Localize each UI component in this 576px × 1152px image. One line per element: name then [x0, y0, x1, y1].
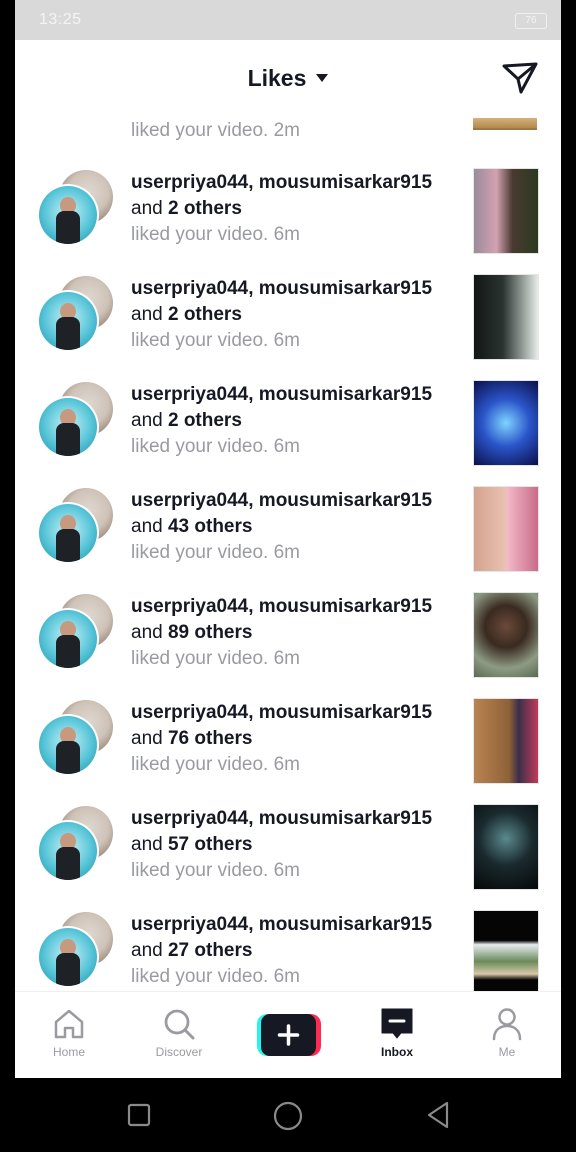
and-text: and: [131, 834, 163, 855]
caret-down-icon: [316, 73, 329, 82]
nav-discover[interactable]: Discover: [139, 1006, 219, 1059]
back-icon[interactable]: [424, 1100, 452, 1130]
and-text: and: [131, 940, 163, 961]
others-count[interactable]: 89 others: [168, 622, 252, 643]
and-text: and: [131, 410, 163, 431]
user-names[interactable]: userpriya044, mousumisarkar915: [131, 700, 461, 726]
list-item-action: liked your video. 6m: [131, 966, 300, 987]
list-item-action: liked your video. 6m: [131, 224, 300, 245]
inbox-icon: [381, 1008, 413, 1039]
user-names[interactable]: userpriya044, mousumisarkar915: [131, 806, 461, 832]
avatar[interactable]: [37, 396, 99, 458]
nav-home[interactable]: Home: [29, 1006, 109, 1059]
list-item[interactable]: userpriya044, mousumisarkar915 and 2 oth…: [15, 270, 561, 376]
list-item-action: liked your video. 6m: [131, 860, 300, 881]
and-text: and: [131, 516, 163, 537]
others-count[interactable]: 76 others: [168, 728, 252, 749]
page-title: Likes: [247, 65, 307, 91]
list-item[interactable]: userpriya044, mousumisarkar915 and 43 ot…: [15, 482, 561, 588]
video-thumbnail[interactable]: [473, 592, 539, 678]
nav-inbox[interactable]: Inbox: [357, 1006, 437, 1059]
others-count[interactable]: 43 others: [168, 516, 252, 537]
list-item[interactable]: userpriya044, mousumisarkar915 and 2 oth…: [15, 164, 561, 270]
others-count[interactable]: 2 others: [168, 410, 242, 431]
video-thumbnail[interactable]: [473, 380, 539, 466]
avatar[interactable]: [37, 502, 99, 564]
likes-filter-dropdown[interactable]: Likes: [15, 65, 561, 92]
search-icon: [164, 1009, 195, 1040]
avatar[interactable]: [37, 608, 99, 670]
user-names[interactable]: userpriya044, mousumisarkar915: [131, 912, 461, 938]
home-circle-icon[interactable]: [272, 1100, 304, 1132]
video-thumbnail[interactable]: [473, 910, 539, 991]
profile-icon: [492, 1008, 522, 1041]
nav-label: Me: [498, 1045, 516, 1059]
avatar[interactable]: [37, 820, 99, 882]
video-thumbnail[interactable]: [473, 804, 539, 890]
and-text: and: [131, 728, 163, 749]
system-nav-bar: [0, 1078, 576, 1152]
user-names[interactable]: userpriya044, mousumisarkar915: [131, 382, 461, 408]
and-text: and: [131, 198, 163, 219]
video-thumbnail[interactable]: [473, 168, 539, 254]
list-item[interactable]: userpriya044, mousumisarkar915 and 76 ot…: [15, 694, 561, 800]
user-names[interactable]: userpriya044, mousumisarkar915: [131, 170, 461, 196]
others-count[interactable]: 27 others: [168, 940, 252, 961]
list-item-action: liked your video. 6m: [131, 542, 300, 563]
activity-list[interactable]: liked your video. 2m userpriya044, mousu…: [15, 116, 561, 991]
user-names[interactable]: userpriya044, mousumisarkar915: [131, 594, 461, 620]
home-icon: [54, 1009, 84, 1039]
list-item-action: liked your video. 2m: [131, 120, 300, 141]
user-names[interactable]: userpriya044, mousumisarkar915: [131, 276, 461, 302]
list-item[interactable]: userpriya044, mousumisarkar915 and 89 ot…: [15, 588, 561, 694]
video-thumbnail[interactable]: [473, 698, 539, 784]
others-count[interactable]: 57 others: [168, 834, 252, 855]
recents-icon[interactable]: [126, 1102, 152, 1128]
video-thumbnail[interactable]: [473, 274, 539, 360]
and-text: and: [131, 622, 163, 643]
app-screen: 13:25 76 Likes liked your video. 2m user…: [15, 0, 561, 1078]
nav-label: Discover: [155, 1045, 203, 1059]
video-thumbnail[interactable]: [473, 118, 537, 130]
create-video-button[interactable]: [257, 1014, 321, 1056]
avatar[interactable]: [37, 184, 99, 246]
nav-me[interactable]: Me: [467, 1006, 547, 1059]
nav-label: Inbox: [381, 1045, 413, 1059]
battery-icon: 76: [515, 13, 547, 29]
avatar[interactable]: [37, 290, 99, 352]
avatar[interactable]: [37, 926, 99, 988]
and-text: and: [131, 304, 163, 325]
list-item[interactable]: userpriya044, mousumisarkar915 and 57 ot…: [15, 800, 561, 906]
bottom-nav: Home Discover Inbox Me: [15, 991, 561, 1078]
avatar[interactable]: [37, 714, 99, 776]
nav-label: Home: [52, 1045, 85, 1059]
others-count[interactable]: 2 others: [168, 198, 242, 219]
status-time: 13:25: [39, 11, 82, 28]
header: Likes: [15, 40, 561, 116]
list-item-action: liked your video. 6m: [131, 330, 300, 351]
status-bar: 13:25 76: [15, 0, 561, 40]
list-item[interactable]: userpriya044, mousumisarkar915 and 27 ot…: [15, 906, 561, 991]
send-icon[interactable]: [501, 60, 539, 96]
user-names[interactable]: userpriya044, mousumisarkar915: [131, 488, 461, 514]
list-item-action: liked your video. 6m: [131, 436, 300, 457]
others-count[interactable]: 2 others: [168, 304, 242, 325]
list-item-action: liked your video. 6m: [131, 754, 300, 775]
video-thumbnail[interactable]: [473, 486, 539, 572]
list-item[interactable]: userpriya044, mousumisarkar915 and 2 oth…: [15, 376, 561, 482]
list-item-action: liked your video. 6m: [131, 648, 300, 669]
